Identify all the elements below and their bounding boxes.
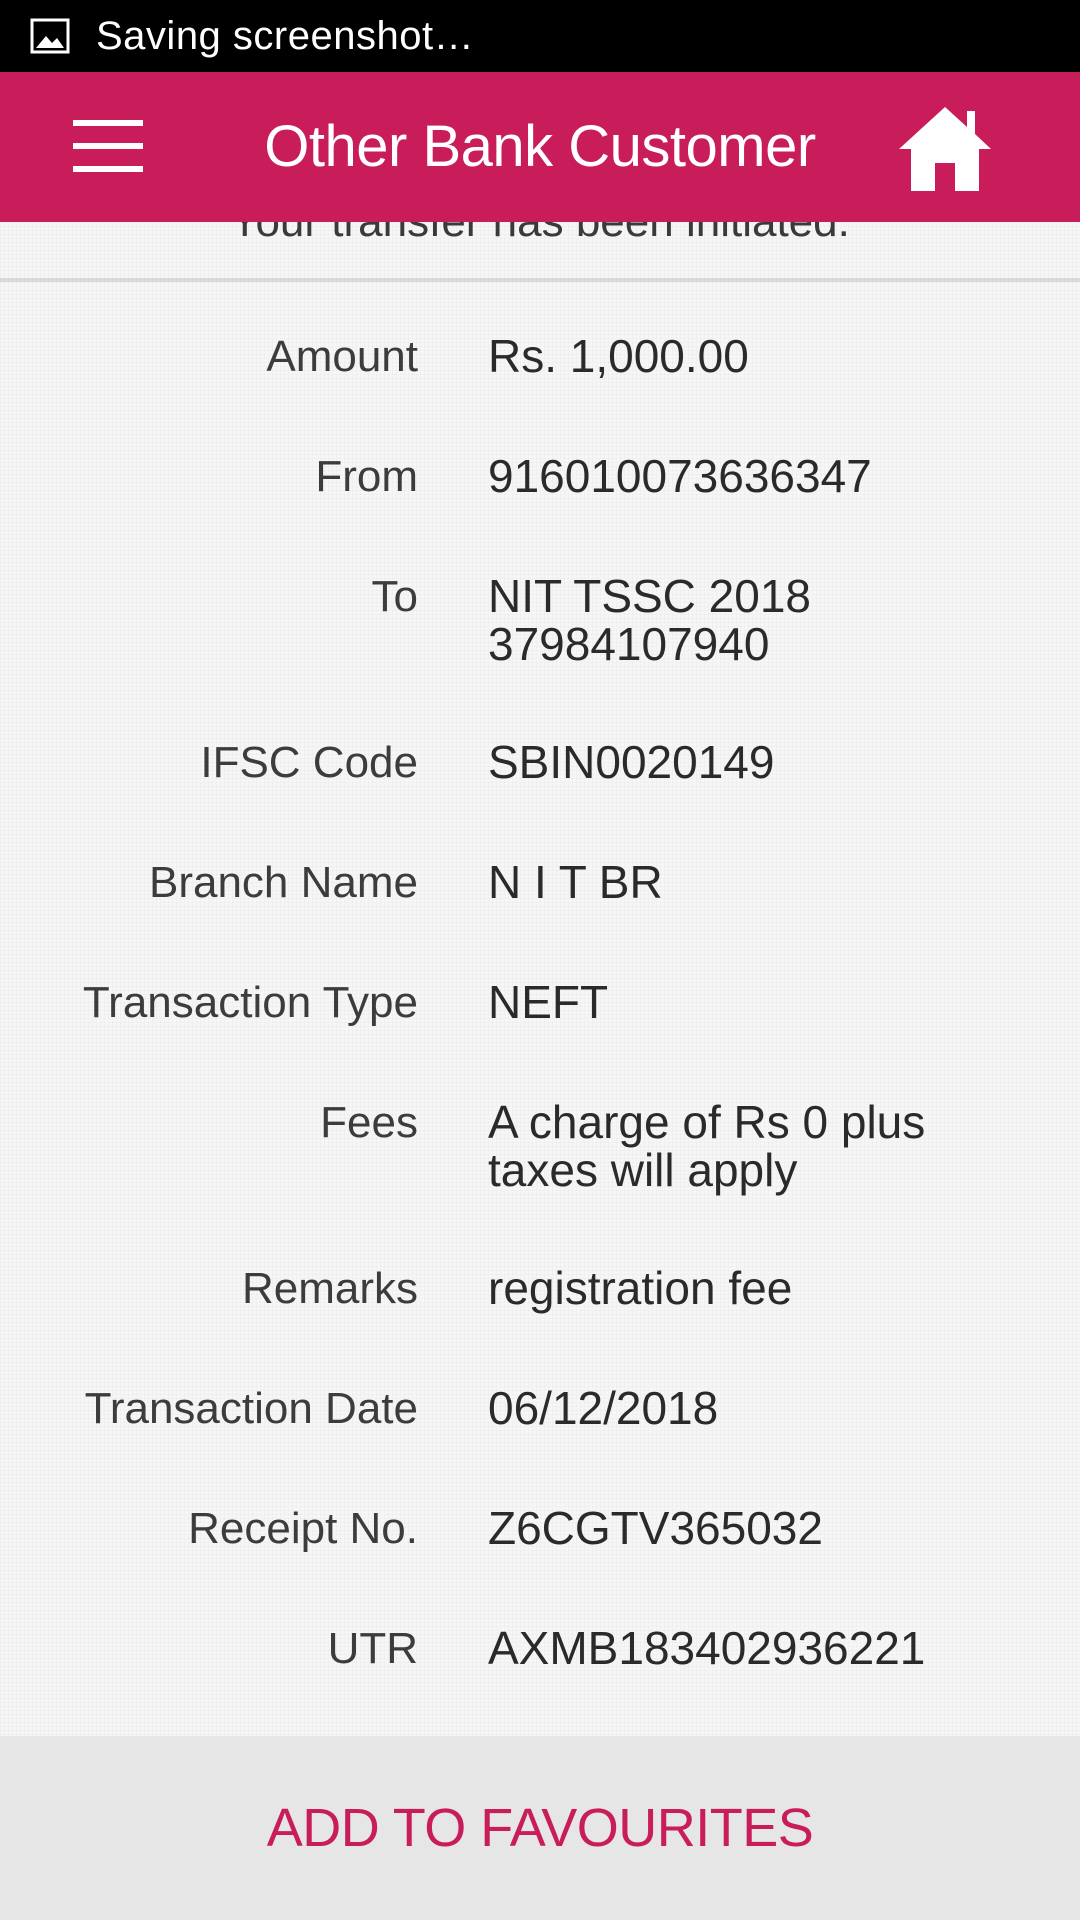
status-text: Saving screenshot… (96, 13, 475, 58)
detail-row-to: To NIT TSSC 2018 37984107940 (0, 572, 1080, 668)
detail-label: Remarks (241, 1264, 418, 1313)
detail-label: Fees (320, 1098, 418, 1147)
detail-value: Rs. 1,000.00 (488, 330, 749, 382)
detail-value: SBIN0020149 (488, 736, 775, 788)
detail-row-from: From 916010073636347 (0, 452, 1080, 502)
detail-label: IFSC Code (200, 738, 418, 787)
confirmation-content: Your transfer has been initiated. Amount… (0, 222, 1080, 1736)
detail-label: Transaction Date (84, 1384, 418, 1433)
detail-value: 916010073636347 (488, 450, 872, 502)
home-button[interactable] (890, 100, 1000, 196)
detail-label: Branch Name (148, 858, 418, 907)
transfer-status-message: Your transfer has been initiated. (0, 222, 1080, 258)
add-to-favourites-button[interactable]: ADD TO FAVOURITES (261, 1796, 820, 1860)
detail-label: Transaction Type (82, 978, 418, 1027)
detail-label: UTR (327, 1624, 418, 1673)
status-bar: Saving screenshot… (0, 0, 1080, 72)
detail-row-amount: Amount Rs. 1,000.00 (0, 332, 1080, 382)
detail-label: To (371, 572, 418, 621)
bottom-action-bar: ADD TO FAVOURITES (0, 1736, 1080, 1920)
detail-label: Amount (266, 332, 418, 381)
detail-row-transaction-type: Transaction Type NEFT (0, 978, 1080, 1028)
home-icon (899, 107, 991, 191)
image-icon (30, 18, 70, 54)
detail-value: N I T BR (488, 856, 663, 908)
detail-row-receipt-no: Receipt No. Z6CGTV365032 (0, 1504, 1080, 1554)
detail-value: NIT TSSC 2018 37984107940 (488, 570, 812, 670)
detail-label: From (315, 452, 418, 501)
detail-value: A charge of Rs 0 plus taxes will apply (488, 1096, 926, 1196)
detail-value: AXMB183402936221 (488, 1622, 926, 1674)
detail-value: Z6CGTV365032 (488, 1502, 823, 1554)
divider (0, 278, 1080, 282)
detail-row-remarks: Remarks registration fee (0, 1264, 1080, 1314)
detail-value: 06/12/2018 (488, 1382, 719, 1434)
detail-row-ifsc-code: IFSC Code SBIN0020149 (0, 738, 1080, 788)
detail-label: Receipt No. (188, 1504, 418, 1553)
transaction-details: Amount Rs. 1,000.00 From 916010073636347… (0, 332, 1080, 1736)
app-bar: Other Bank Customer (0, 72, 1080, 222)
detail-value: NEFT (488, 976, 609, 1028)
detail-row-branch-name: Branch Name N I T BR (0, 858, 1080, 908)
detail-row-fees: Fees A charge of Rs 0 plus taxes will ap… (0, 1098, 1080, 1194)
detail-value: registration fee (488, 1262, 793, 1314)
detail-row-utr: UTR AXMB183402936221 (0, 1624, 1080, 1674)
detail-row-transaction-date: Transaction Date 06/12/2018 (0, 1384, 1080, 1434)
